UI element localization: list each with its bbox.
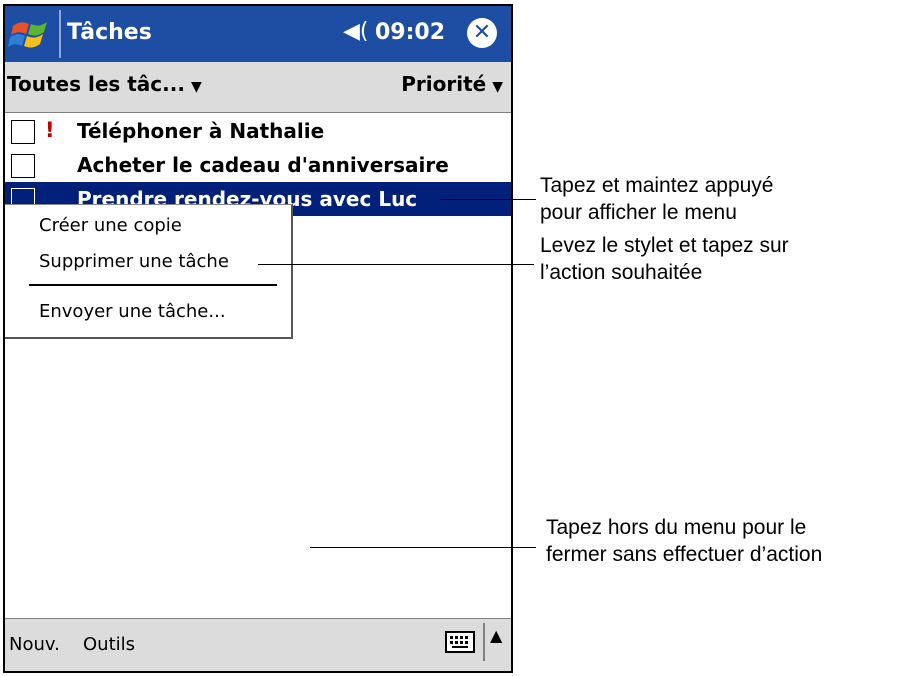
sip-separator <box>483 623 485 661</box>
leader-line <box>310 547 536 548</box>
task-row[interactable]: Acheter le cadeau d'anniversaire <box>5 148 511 182</box>
pda-screen: Tâches ◀( 09:02 ✕ Toutes les tâc... ▼ Pri… <box>3 4 513 673</box>
keyboard-icon <box>445 631 475 653</box>
menu-item-send-task[interactable]: Envoyer une tâche... <box>39 301 226 322</box>
leader-line <box>440 199 536 200</box>
app-title: Tâches <box>67 20 152 45</box>
clock[interactable]: 09:02 <box>375 20 445 45</box>
windows-flag-icon <box>8 22 47 48</box>
callout-line: Levez le stylet et tapez sur <box>540 234 789 257</box>
task-row[interactable]: ! Téléphoner à Nathalie <box>5 114 511 148</box>
task-checkbox[interactable] <box>11 154 35 178</box>
sip-arrow-up-icon[interactable]: ▲ <box>490 626 502 645</box>
priority-high-icon: ! <box>45 118 55 142</box>
sort-label: Priorité <box>401 72 487 96</box>
close-icon: ✕ <box>472 20 492 45</box>
new-button[interactable]: Nouv. <box>9 634 60 655</box>
category-filter-label: Toutes les tâc... <box>7 72 185 96</box>
task-checkbox[interactable] <box>11 120 35 144</box>
tools-menu[interactable]: Outils <box>83 634 135 655</box>
callout-line: Tapez et maintez appuyé <box>540 174 774 197</box>
task-label: Téléphoner à Nathalie <box>77 119 325 143</box>
menu-separator <box>29 284 277 286</box>
callout-line: l’action souhaitée <box>540 261 703 284</box>
sort-dropdown[interactable]: Priorité ▼ <box>401 72 503 96</box>
leader-line <box>258 264 534 265</box>
sound-waves: ( <box>359 19 369 44</box>
callout-line: Tapez hors du menu pour le <box>546 516 807 539</box>
context-menu: Créer une copie Supprimer une tâche Envo… <box>5 204 293 339</box>
start-button[interactable] <box>5 6 59 62</box>
title-separator <box>59 10 61 58</box>
menu-item-delete-task[interactable]: Supprimer une tâche <box>39 251 229 272</box>
chevron-down-icon: ▼ <box>190 79 202 95</box>
menu-bar <box>5 618 511 671</box>
callout-line: pour afficher le menu <box>540 201 737 224</box>
callout-lift-stylus: Levez le stylet et tapez sur l’action so… <box>540 232 789 286</box>
callout-line: fermer sans effectuer d’action <box>546 543 823 566</box>
callout-tap-hold: Tapez et maintez appuyé pour afficher le… <box>540 172 773 226</box>
speaker-icon[interactable]: ◀( <box>343 19 369 44</box>
menu-item-create-copy[interactable]: Créer une copie <box>39 215 182 236</box>
category-filter-dropdown[interactable]: Toutes les tâc... ▼ <box>7 72 202 96</box>
close-button[interactable]: ✕ <box>467 18 497 48</box>
keyboard-button[interactable] <box>445 631 475 653</box>
task-label: Acheter le cadeau d'anniversaire <box>77 153 449 177</box>
callout-tap-outside: Tapez hors du menu pour le fermer sans e… <box>546 514 822 568</box>
chevron-down-icon: ▼ <box>492 79 503 95</box>
speaker-glyph: ◀ <box>343 19 360 44</box>
